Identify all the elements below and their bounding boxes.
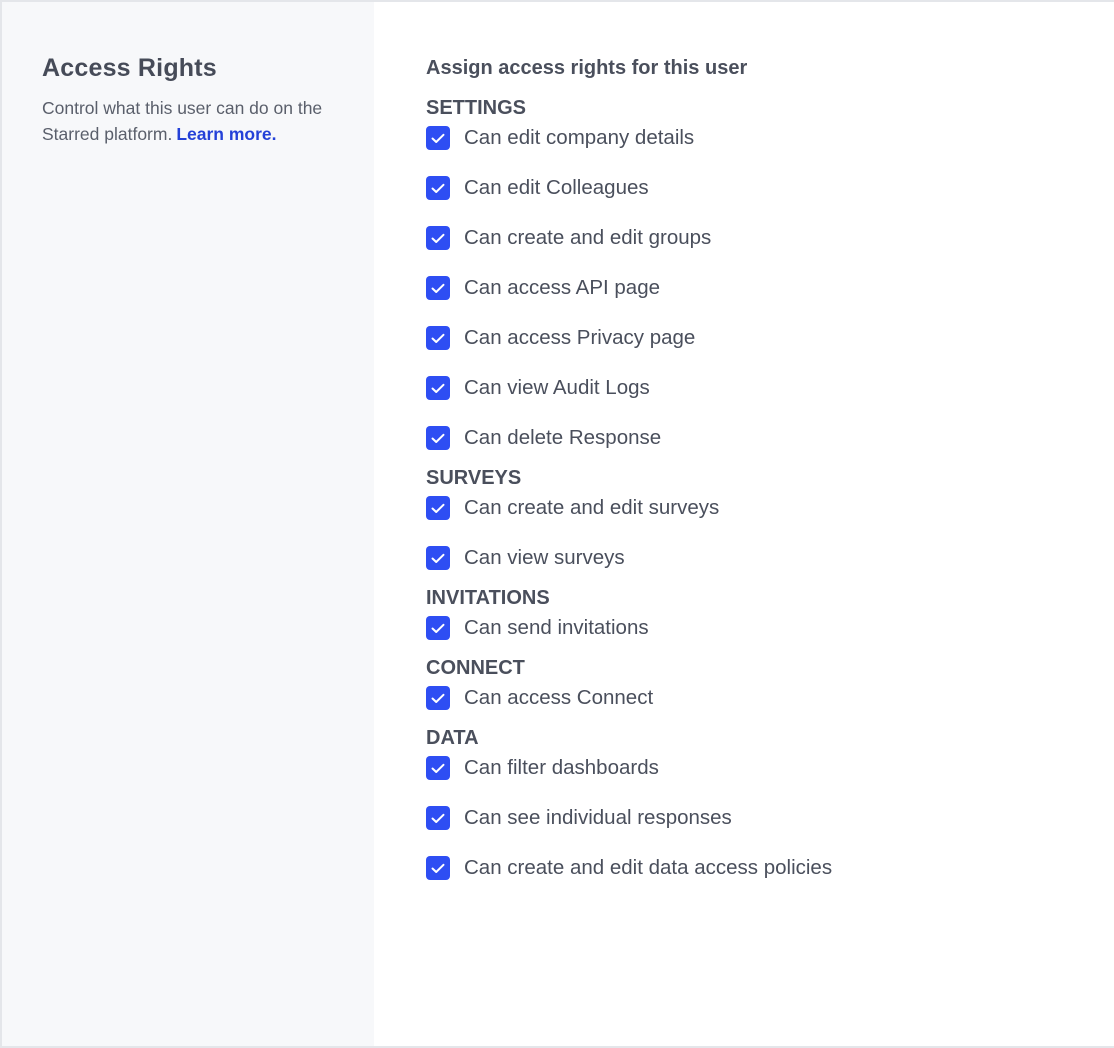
- checkmark-icon: [431, 503, 445, 514]
- permission-label: Can see individual responses: [464, 806, 732, 829]
- permission-label: Can create and edit groups: [464, 226, 712, 249]
- permission-checkbox[interactable]: [426, 806, 450, 830]
- option-list: Can send invitations: [426, 615, 1114, 641]
- checkmark-icon: [431, 283, 445, 294]
- section-title: Access Rights: [42, 54, 217, 82]
- permission-sections: SETTINGS Can edit company details Can edit…: [426, 95, 1114, 881]
- permission-checkbox[interactable]: [426, 326, 450, 350]
- left-panel: Access Rights Control what this user can…: [2, 2, 374, 1046]
- permission-group-data: DATA Can filter dashboards Can see individ…: [426, 725, 1114, 881]
- permission-checkbox[interactable]: [426, 686, 450, 710]
- permission-option[interactable]: Can see individual responses: [426, 805, 1114, 831]
- permission-checkbox[interactable]: [426, 176, 450, 200]
- checkmark-icon: [431, 813, 445, 824]
- option-list: Can filter dashboards Can see individual …: [426, 755, 1114, 881]
- option-list: Can edit company details Can edit Colleag…: [426, 125, 1114, 451]
- assign-heading: Assign access rights for this user: [426, 57, 748, 79]
- permission-label: Can access Privacy page: [464, 326, 696, 349]
- permission-checkbox[interactable]: [426, 426, 450, 450]
- permission-label: Can create and edit data access policies: [464, 856, 833, 879]
- permission-option[interactable]: Can edit Colleagues: [426, 175, 1114, 201]
- permission-checkbox[interactable]: [426, 616, 450, 640]
- permission-option[interactable]: Can create and edit data access policies: [426, 855, 1114, 881]
- permission-option[interactable]: Can edit company details: [426, 125, 1114, 151]
- permission-label: Can edit company details: [464, 126, 695, 149]
- checkmark-icon: [431, 863, 445, 874]
- checkmark-icon: [431, 553, 445, 564]
- permission-label: Can edit Colleagues: [464, 176, 649, 199]
- checkmark-icon: [431, 233, 445, 244]
- group-title: SETTINGS: [426, 97, 527, 119]
- permission-option[interactable]: Can filter dashboards: [426, 755, 1114, 781]
- permission-label: Can filter dashboards: [464, 756, 659, 779]
- permission-option[interactable]: Can access API page: [426, 275, 1114, 301]
- checkmark-icon: [431, 763, 445, 774]
- option-list: Can access Connect: [426, 685, 1114, 711]
- checkmark-icon: [431, 133, 445, 144]
- permission-checkbox[interactable]: [426, 496, 450, 520]
- group-title: CONNECT: [426, 657, 525, 679]
- permission-option[interactable]: Can access Connect: [426, 685, 1114, 711]
- permission-option[interactable]: Can create and edit surveys: [426, 495, 1114, 521]
- permission-group-surveys: SURVEYS Can create and edit surveys Can vi…: [426, 465, 1114, 571]
- permission-group-settings: SETTINGS Can edit company details Can edit…: [426, 95, 1114, 451]
- right-panel: Assign access rights for this user SETTI…: [374, 2, 1114, 1046]
- permission-option[interactable]: Can view Audit Logs: [426, 375, 1114, 401]
- permission-checkbox[interactable]: [426, 126, 450, 150]
- permission-option[interactable]: Can delete Response: [426, 425, 1114, 451]
- permission-label: Can view Audit Logs: [464, 376, 650, 399]
- permission-group-connect: CONNECT Can access Connect: [426, 655, 1114, 711]
- permission-label: Can delete Response: [464, 426, 662, 449]
- permission-label: Can view surveys: [464, 546, 625, 569]
- access-rights-card: Access Rights Control what this user can…: [0, 0, 1114, 1048]
- permission-option[interactable]: Can view surveys: [426, 545, 1114, 571]
- group-title: SURVEYS: [426, 467, 522, 489]
- permission-checkbox[interactable]: [426, 226, 450, 250]
- checkmark-icon: [431, 383, 445, 394]
- permission-label: Can access API page: [464, 276, 661, 299]
- permission-option[interactable]: Can access Privacy page: [426, 325, 1114, 351]
- checkmark-icon: [431, 693, 445, 704]
- permission-checkbox[interactable]: [426, 856, 450, 880]
- permission-label: Can create and edit surveys: [464, 496, 720, 519]
- checkmark-icon: [431, 623, 445, 634]
- permission-checkbox[interactable]: [426, 756, 450, 780]
- group-title: INVITATIONS: [426, 587, 550, 609]
- permission-checkbox[interactable]: [426, 546, 450, 570]
- permission-checkbox[interactable]: [426, 276, 450, 300]
- permission-label: Can access Connect: [464, 686, 654, 709]
- checkmark-icon: [431, 183, 445, 194]
- checkmark-icon: [431, 433, 445, 444]
- learn-more-link[interactable]: Learn more.: [176, 124, 276, 144]
- permission-label: Can send invitations: [464, 616, 649, 639]
- option-list: Can create and edit surveys Can view surv…: [426, 495, 1114, 571]
- permission-group-invitations: INVITATIONS Can send invitations: [426, 585, 1114, 641]
- group-title: DATA: [426, 727, 479, 749]
- permission-option[interactable]: Can create and edit groups: [426, 225, 1114, 251]
- permission-option[interactable]: Can send invitations: [426, 615, 1114, 641]
- section-description: Control what this user can do on the Sta…: [42, 95, 342, 147]
- checkmark-icon: [431, 333, 445, 344]
- permission-checkbox[interactable]: [426, 376, 450, 400]
